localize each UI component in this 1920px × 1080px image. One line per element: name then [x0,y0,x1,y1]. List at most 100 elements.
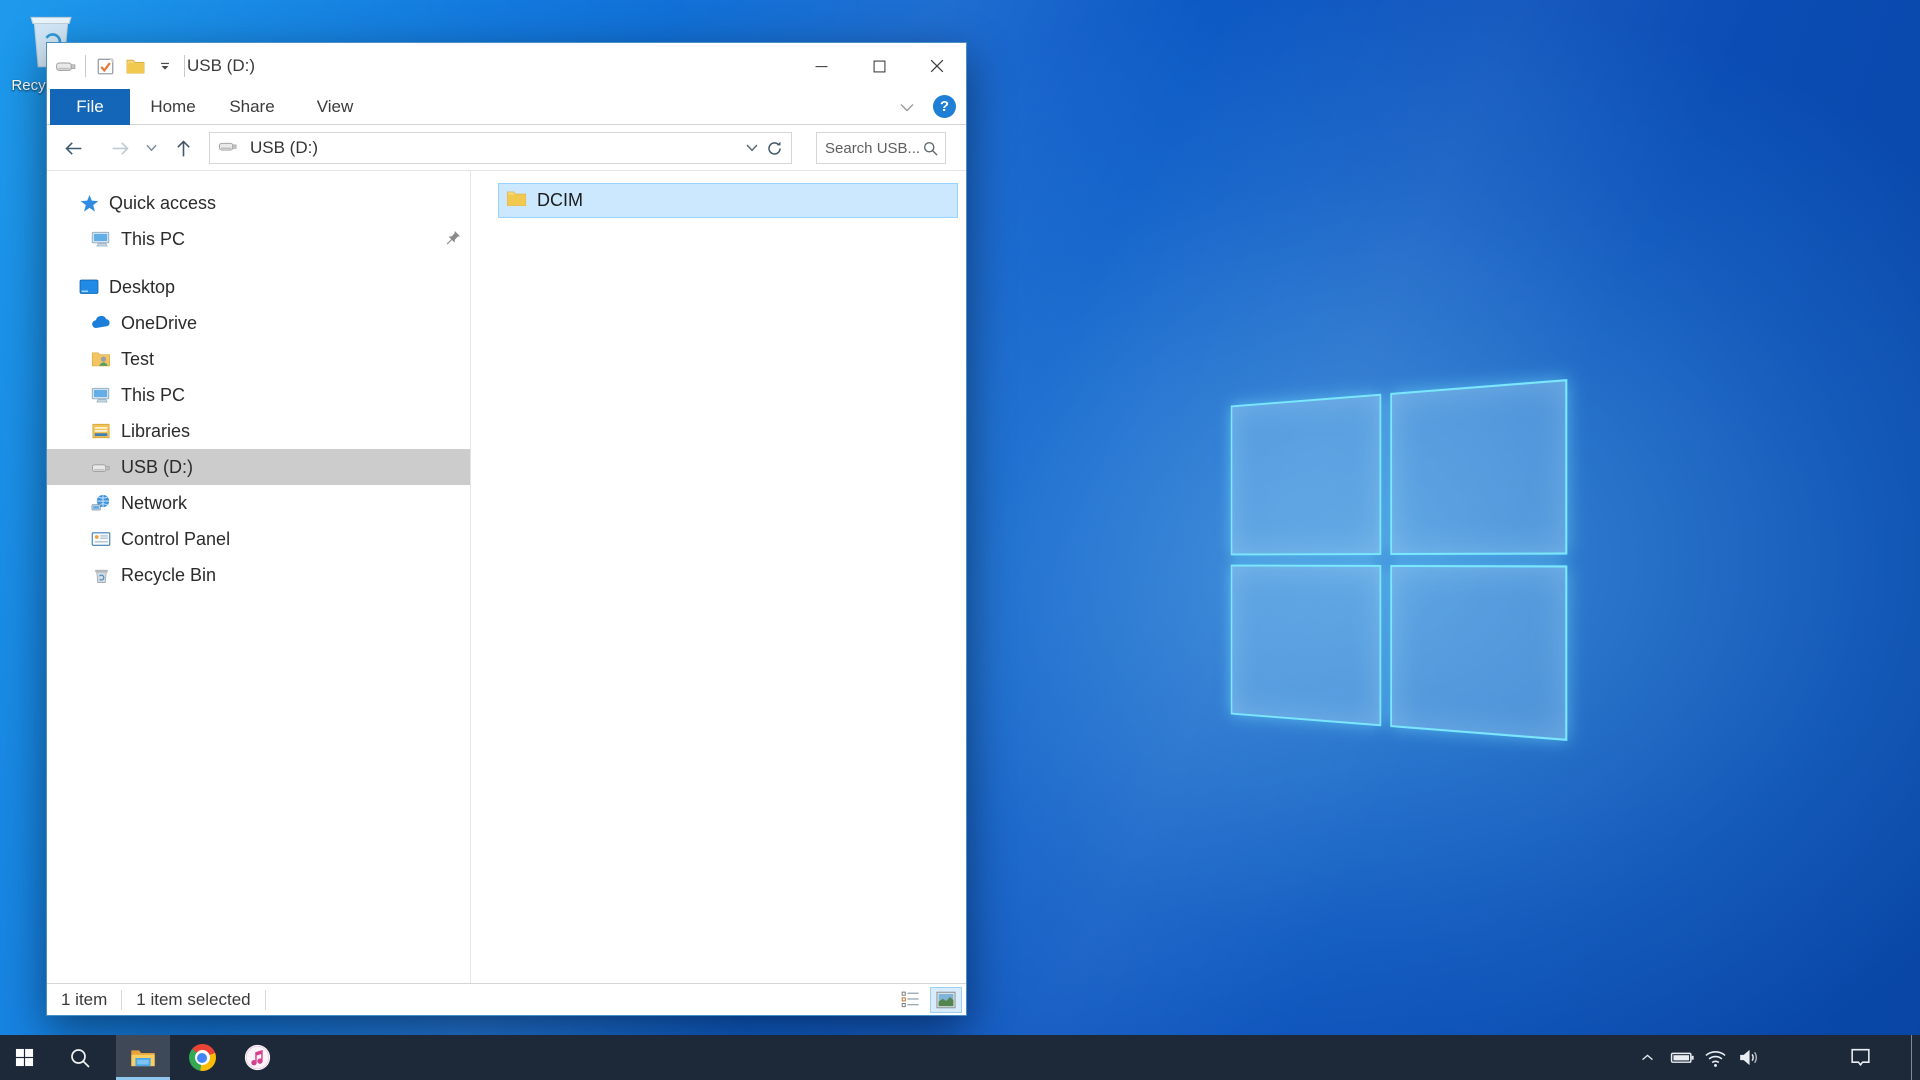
usb-drive-icon [91,457,111,477]
back-button[interactable] [57,132,89,164]
qat-separator [184,55,185,77]
sidebar-item-this-pc[interactable]: This PC [47,377,470,413]
selection-summary: 1 item selected [122,990,264,1010]
back-arrow-icon [63,138,84,159]
new-folder-button[interactable] [124,55,146,77]
status-separator [265,990,266,1010]
qat-customize-chevron-icon [158,59,172,73]
control-panel-icon [91,529,111,549]
search-icon [68,1046,92,1070]
search-icon[interactable] [922,140,939,157]
volume-icon [1736,1045,1761,1070]
file-item-dcim[interactable]: DCIM [498,183,958,218]
taskbar-search-button[interactable] [56,1035,104,1080]
windows-start-icon [15,1048,34,1067]
taskbar [0,1035,1920,1080]
sidebar-item-network[interactable]: Network [47,485,470,521]
start-button[interactable] [0,1035,48,1080]
forward-button[interactable] [104,132,136,164]
up-button[interactable] [167,132,199,164]
tab-view[interactable]: View [309,89,361,125]
search-box [816,132,946,164]
tab-file[interactable]: File [50,89,130,125]
up-arrow-icon [173,138,194,159]
tray-overflow-button[interactable] [1630,1049,1664,1066]
sidebar-item-control-panel[interactable]: Control Panel [47,521,470,557]
refresh-icon[interactable] [766,140,783,157]
ribbon-tab-bar: File Home Share View ? [47,89,966,125]
recycle-bin-icon [91,565,111,585]
properties-check-icon [95,56,116,77]
pin-icon [444,229,462,252]
maximize-icon [873,60,886,73]
screen: Recycle Bin [0,0,1920,1080]
windows-logo-pane [1231,394,1382,556]
itunes-icon [244,1044,271,1071]
status-bar: 1 item 1 item selected [47,983,966,1015]
chevron-up-icon [1639,1049,1656,1066]
titlebar[interactable]: USB (D:) [47,43,966,89]
help-button[interactable]: ? [933,95,956,118]
desktop-icon [79,277,99,297]
sidebar-item-quick-access[interactable]: Quick access [47,185,470,221]
recent-locations-button[interactable] [139,132,163,164]
address-history-chevron-icon[interactable] [746,144,758,152]
properties-button[interactable] [94,55,116,77]
address-bar[interactable]: USB (D:) [209,132,792,164]
windows-logo-pane [1390,379,1567,555]
taskbar-itunes-button[interactable] [233,1035,281,1080]
sidebar-item-test[interactable]: Test [47,341,470,377]
onedrive-icon [91,313,111,333]
sidebar-item-usb-d[interactable]: USB (D:) [47,449,470,485]
tab-share[interactable]: Share [223,89,281,125]
windows-logo-pane [1231,565,1382,727]
customize-quick-access-button[interactable] [154,55,176,77]
navigation-toolbar: USB (D:) [47,125,966,171]
minimize-button[interactable] [792,43,850,89]
expand-ribbon-button[interactable] [895,97,919,117]
show-desktop-button[interactable] [1911,1035,1920,1080]
quick-access-toolbar [55,43,185,89]
breadcrumb-segment[interactable]: USB (D:) [246,138,322,158]
new-folder-icon [125,56,146,77]
file-explorer-window: USB (D:) [46,42,967,1016]
sidebar-item-recycle-bin[interactable]: Recycle Bin [47,557,470,593]
this-pc-icon [91,385,111,405]
taskbar-file-explorer-button[interactable] [116,1035,170,1080]
sidebar-item-this-pc-pinned[interactable]: This PC [47,221,470,257]
file-item-name: DCIM [537,190,583,211]
details-view-button[interactable] [894,987,926,1013]
windows-logo-pane [1390,565,1567,741]
item-count: 1 item [47,990,121,1010]
navigation-pane-separator[interactable] [470,171,471,985]
close-button[interactable] [908,43,966,89]
window-title: USB (D:) [187,43,255,89]
search-input[interactable] [817,140,922,157]
network-status-button[interactable] [1698,1045,1732,1070]
breadcrumb-chevron-icon[interactable] [238,143,246,154]
close-icon [930,59,944,73]
network-icon [91,493,111,513]
breadcrumb-chevron-icon[interactable] [322,143,330,154]
file-explorer-icon [129,1044,157,1072]
thumbnail-view-icon [936,991,956,1009]
sidebar-item-desktop[interactable]: Desktop [47,269,470,305]
volume-button[interactable] [1731,1045,1765,1070]
forward-arrow-icon [110,138,131,159]
battery-status-button[interactable] [1665,1045,1699,1070]
chevron-down-icon [146,144,157,152]
action-center-button[interactable] [1843,1045,1877,1070]
minimize-icon [815,60,828,73]
usb-drive-icon [218,136,238,161]
folder-icon [506,188,527,214]
thumbnail-view-button[interactable] [930,987,962,1013]
qat-separator [85,55,86,77]
tab-home[interactable]: Home [145,89,201,125]
quick-access-star-icon [79,193,99,213]
sidebar-item-onedrive[interactable]: OneDrive [47,305,470,341]
usb-drive-icon [55,55,77,77]
maximize-button[interactable] [850,43,908,89]
chevron-down-icon [900,103,914,112]
sidebar-item-libraries[interactable]: Libraries [47,413,470,449]
taskbar-chrome-button[interactable] [178,1035,226,1080]
